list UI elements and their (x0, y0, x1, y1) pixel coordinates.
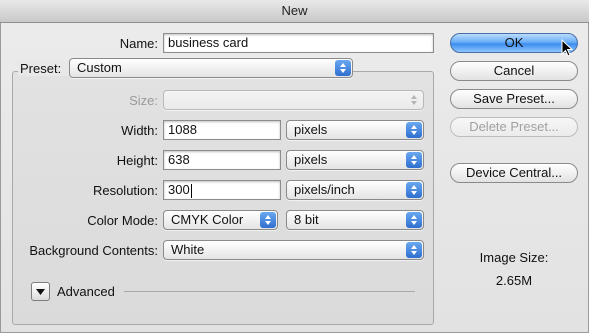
mouse-pointer-icon (561, 39, 574, 57)
bit-depth-value: 8 bit (294, 212, 319, 227)
chevron-updown-icon (406, 212, 422, 228)
height-label: Height: (116, 153, 158, 168)
advanced-divider (124, 291, 415, 292)
image-size-value: 2.65M (495, 273, 533, 288)
name-value: business card (168, 35, 249, 50)
cancel-button[interactable]: Cancel (450, 61, 578, 81)
height-unit-select[interactable]: pixels (286, 150, 424, 170)
height-input[interactable]: 638 (163, 150, 281, 170)
width-value: 1088 (168, 122, 197, 137)
text-caret (190, 183, 192, 198)
preset-label: Preset: (18, 61, 70, 76)
triangle-down-icon (36, 289, 45, 295)
ok-button[interactable]: OK (450, 33, 578, 53)
color-mode-value: CMYK Color (171, 212, 244, 227)
background-contents-value: White (171, 242, 205, 257)
preset-value: Custom (77, 60, 122, 75)
dialog-title: New (0, 0, 589, 23)
resolution-value: 300 (168, 182, 190, 197)
image-size-label: Image Size: (479, 250, 549, 265)
resolution-input[interactable]: 300 (163, 180, 281, 200)
color-mode-label: Color Mode: (87, 213, 158, 228)
color-mode-select[interactable]: CMYK Color (163, 210, 278, 230)
chevron-updown-icon (406, 122, 422, 138)
width-input[interactable]: 1088 (163, 120, 281, 140)
background-contents-label: Background Contents: (29, 243, 158, 258)
chevron-updown-icon (260, 212, 276, 228)
size-select[interactable] (163, 90, 424, 110)
chevron-updown-icon (406, 242, 422, 258)
delete-preset-button[interactable]: Delete Preset... (450, 117, 578, 137)
resolution-unit-value: pixels/inch (294, 182, 355, 197)
size-label: Size: (129, 93, 158, 108)
resolution-label: Resolution: (92, 183, 158, 198)
device-central-button[interactable]: Device Central... (450, 163, 578, 183)
advanced-disclosure-button[interactable] (31, 282, 50, 301)
new-document-dialog: New Name: business card Preset: Custom S… (0, 0, 589, 333)
bit-depth-select[interactable]: 8 bit (286, 210, 424, 230)
preset-select[interactable]: Custom (69, 58, 353, 78)
height-value: 638 (168, 152, 190, 167)
background-contents-select[interactable]: White (163, 240, 424, 260)
name-input[interactable]: business card (163, 33, 434, 53)
advanced-label: Advanced (57, 284, 115, 299)
name-label: Name: (119, 36, 158, 51)
chevron-updown-icon (406, 152, 422, 168)
width-unit-value: pixels (294, 122, 328, 137)
width-unit-select[interactable]: pixels (286, 120, 424, 140)
chevron-updown-icon (335, 60, 351, 76)
save-preset-button[interactable]: Save Preset... (450, 89, 578, 109)
resolution-unit-select[interactable]: pixels/inch (286, 180, 424, 200)
height-unit-value: pixels (294, 152, 328, 167)
chevron-updown-icon (406, 182, 422, 198)
chevron-updown-icon (406, 92, 422, 108)
width-label: Width: (121, 123, 158, 138)
